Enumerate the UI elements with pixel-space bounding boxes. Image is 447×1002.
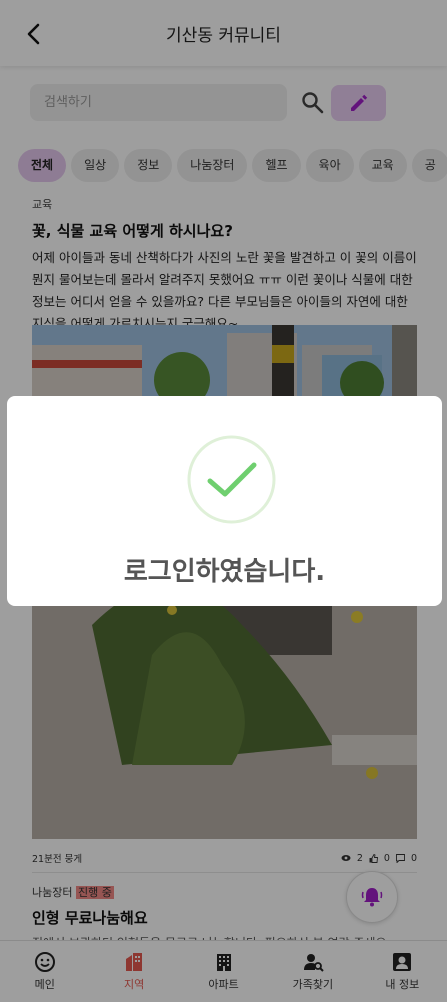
dialog-message: 로그인하였습니다. xyxy=(123,557,326,587)
login-success-dialog: 로그인하였습니다. xyxy=(7,396,442,606)
check-icon xyxy=(187,435,276,524)
app-screen: 기산동 커뮤니티 전체일상정보나눔장터헬프육아교육공 교육 꽃, 식물 교육 어… xyxy=(0,0,447,1002)
